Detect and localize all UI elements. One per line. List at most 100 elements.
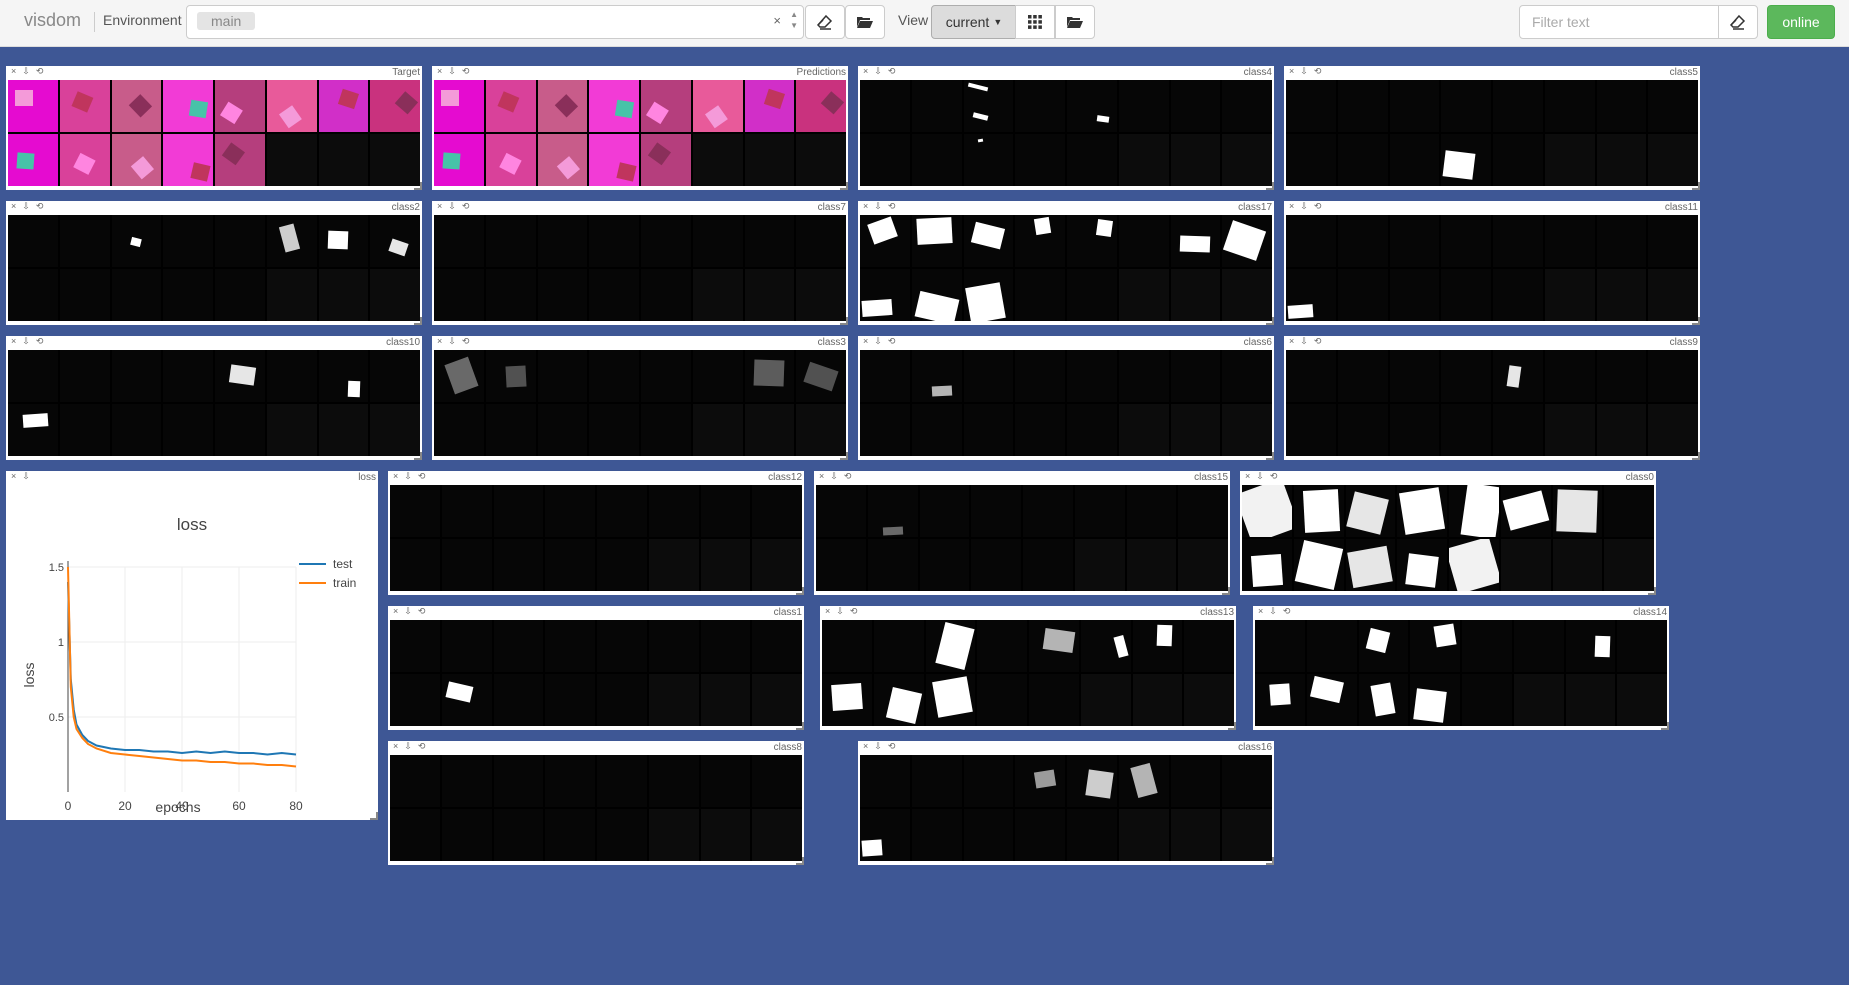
- close-icon[interactable]: ×: [393, 741, 404, 751]
- pane-class12[interactable]: ×⇩⟲ class12: [388, 471, 804, 595]
- close-icon[interactable]: ×: [819, 471, 830, 481]
- download-icon[interactable]: ⇩: [22, 66, 36, 76]
- download-icon[interactable]: ⇩: [1300, 336, 1314, 346]
- filter-text-input[interactable]: [1519, 5, 1719, 39]
- close-icon[interactable]: ×: [437, 201, 448, 211]
- pane-class4[interactable]: ×⇩⟲ class4: [858, 66, 1274, 190]
- reset-icon[interactable]: ⟲: [462, 201, 476, 211]
- close-icon[interactable]: ×: [1289, 336, 1300, 346]
- reset-icon[interactable]: ⟲: [850, 606, 864, 616]
- close-icon[interactable]: ×: [437, 336, 448, 346]
- reset-icon[interactable]: ⟲: [844, 471, 858, 481]
- repack-grid-button[interactable]: [1015, 5, 1055, 39]
- reset-icon[interactable]: ⟲: [1314, 336, 1328, 346]
- close-icon[interactable]: ×: [1258, 606, 1269, 616]
- resize-handle[interactable]: [1228, 722, 1236, 730]
- resize-handle[interactable]: [414, 317, 422, 325]
- resize-handle[interactable]: [1692, 182, 1700, 190]
- download-icon[interactable]: ⇩: [404, 606, 418, 616]
- reset-icon[interactable]: ⟲: [888, 66, 902, 76]
- pane-class9[interactable]: ×⇩⟲ class9: [1284, 336, 1700, 460]
- pane-class3[interactable]: ×⇩⟲ class3: [432, 336, 848, 460]
- reset-icon[interactable]: ⟲: [36, 201, 50, 211]
- pane-class13[interactable]: ×⇩⟲ class13: [820, 606, 1236, 730]
- reset-icon[interactable]: ⟲: [1283, 606, 1297, 616]
- loss-line-chart[interactable]: loss 0 20 40 60 800.511.5 testtrain epochs l…: [6, 485, 378, 818]
- close-icon[interactable]: ×: [863, 741, 874, 751]
- resize-handle[interactable]: [1266, 857, 1274, 865]
- pane-loss[interactable]: ×⇩ loss loss 0 20 40 60 80 0.5 1 1.5 test train …: [6, 471, 378, 820]
- manage-environments-button[interactable]: [845, 5, 885, 39]
- pane-class1[interactable]: ×⇩⟲ class1: [388, 606, 804, 730]
- view-select[interactable]: current ▼: [931, 5, 1017, 39]
- pane-class7[interactable]: ×⇩⟲ class7: [432, 201, 848, 325]
- resize-handle[interactable]: [1692, 317, 1700, 325]
- resize-handle[interactable]: [1222, 587, 1230, 595]
- close-icon[interactable]: ×: [393, 471, 404, 481]
- pane-class5[interactable]: ×⇩⟲ class5: [1284, 66, 1700, 190]
- environment-tag-main[interactable]: main: [197, 12, 256, 30]
- reset-icon[interactable]: ⟲: [1270, 471, 1284, 481]
- download-icon[interactable]: ⇩: [448, 336, 462, 346]
- environment-select[interactable]: main × ▲ ▼: [186, 5, 804, 39]
- pane-class14[interactable]: ×⇩⟲ class14: [1253, 606, 1669, 730]
- download-icon[interactable]: ⇩: [874, 66, 888, 76]
- reset-icon[interactable]: ⟲: [462, 336, 476, 346]
- resize-handle[interactable]: [1266, 182, 1274, 190]
- resize-handle[interactable]: [796, 722, 804, 730]
- close-icon[interactable]: ×: [863, 66, 874, 76]
- download-icon[interactable]: ⇩: [404, 741, 418, 751]
- close-icon[interactable]: ×: [1289, 201, 1300, 211]
- pane-class15[interactable]: ×⇩⟲ class15: [814, 471, 1230, 595]
- manage-views-button[interactable]: [1055, 5, 1095, 39]
- resize-handle[interactable]: [1266, 452, 1274, 460]
- reset-icon[interactable]: ⟲: [36, 336, 50, 346]
- close-icon[interactable]: ×: [825, 606, 836, 616]
- resize-handle[interactable]: [370, 812, 378, 820]
- reset-icon[interactable]: ⟲: [1314, 201, 1328, 211]
- pane-class17[interactable]: ×⇩⟲ class17: [858, 201, 1274, 325]
- pane-class10[interactable]: ×⇩⟲ class10: [6, 336, 422, 460]
- pane-predictions[interactable]: ×⇩⟲ Predictions: [432, 66, 848, 190]
- reset-icon[interactable]: ⟲: [418, 471, 432, 481]
- download-icon[interactable]: ⇩: [836, 606, 850, 616]
- clear-environment-icon[interactable]: ×: [773, 13, 781, 28]
- download-icon[interactable]: ⇩: [22, 336, 36, 346]
- download-icon[interactable]: ⇩: [874, 201, 888, 211]
- pane-class8[interactable]: ×⇩⟲ class8: [388, 741, 804, 865]
- download-icon[interactable]: ⇩: [22, 471, 36, 481]
- resize-handle[interactable]: [796, 587, 804, 595]
- download-icon[interactable]: ⇩: [448, 66, 462, 76]
- download-icon[interactable]: ⇩: [1300, 66, 1314, 76]
- download-icon[interactable]: ⇩: [1256, 471, 1270, 481]
- resize-handle[interactable]: [840, 317, 848, 325]
- close-icon[interactable]: ×: [437, 66, 448, 76]
- reset-icon[interactable]: ⟲: [1314, 66, 1328, 76]
- close-icon[interactable]: ×: [1245, 471, 1256, 481]
- reset-icon[interactable]: ⟲: [418, 741, 432, 751]
- close-icon[interactable]: ×: [863, 336, 874, 346]
- reset-icon[interactable]: ⟲: [36, 66, 50, 76]
- reset-icon[interactable]: ⟲: [888, 336, 902, 346]
- download-icon[interactable]: ⇩: [1300, 201, 1314, 211]
- reset-icon[interactable]: ⟲: [418, 606, 432, 616]
- pane-class6[interactable]: ×⇩⟲ class6: [858, 336, 1274, 460]
- resize-handle[interactable]: [796, 857, 804, 865]
- resize-handle[interactable]: [1266, 317, 1274, 325]
- close-icon[interactable]: ×: [11, 66, 22, 76]
- resize-handle[interactable]: [1648, 587, 1656, 595]
- pane-class16[interactable]: ×⇩⟲ class16: [858, 741, 1274, 865]
- clear-filter-button[interactable]: [1718, 5, 1758, 39]
- download-icon[interactable]: ⇩: [404, 471, 418, 481]
- clear-environment-button[interactable]: [805, 5, 845, 39]
- download-icon[interactable]: ⇩: [830, 471, 844, 481]
- close-icon[interactable]: ×: [863, 201, 874, 211]
- download-icon[interactable]: ⇩: [1269, 606, 1283, 616]
- dropdown-arrows-icon[interactable]: ▲ ▼: [790, 9, 798, 31]
- download-icon[interactable]: ⇩: [448, 201, 462, 211]
- resize-handle[interactable]: [840, 182, 848, 190]
- pane-class2[interactable]: ×⇩⟲ class2: [6, 201, 422, 325]
- resize-handle[interactable]: [414, 452, 422, 460]
- reset-icon[interactable]: ⟲: [888, 201, 902, 211]
- close-icon[interactable]: ×: [11, 471, 22, 481]
